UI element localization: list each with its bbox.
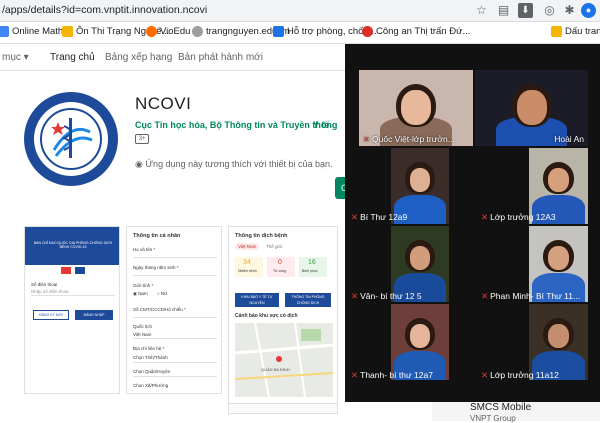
video-tile[interactable] — [529, 304, 588, 380]
app-screenshot-profile[interactable]: Thông tin cá nhân Họ và tên * Ngày tháng… — [126, 226, 222, 394]
bookmark-folder[interactable]: Dấu trang — [551, 26, 600, 37]
nav-menu[interactable]: mục ▾ — [2, 52, 29, 63]
bottom-nav — [229, 403, 337, 413]
mic-muted-icon: ✕ — [481, 370, 489, 380]
mic-muted-icon: ✕ — [481, 212, 489, 222]
video-call-window: ✕ Quốc Việt-lớp trưởn... Hoài An ✕ Bí Thư … — [345, 44, 600, 402]
participant-name-label: ✕ Lớp trưởng 11a12 — [481, 370, 559, 380]
address-bar[interactable]: /apps/details?id=com.vnptit.innovation.n… — [2, 4, 207, 16]
video-tile[interactable] — [391, 304, 449, 380]
puzzle-icon[interactable]: ✱ — [562, 3, 577, 18]
mic-muted-icon: ✕ — [351, 370, 359, 380]
shield-icon — [273, 26, 284, 37]
caduceus-icon — [40, 108, 102, 170]
nav-home[interactable]: Trang chủ — [50, 52, 95, 63]
participant-video-6 — [391, 304, 449, 380]
nav-new-releases[interactable]: Bản phát hành mới — [178, 52, 263, 63]
app-screenshot-dashboard[interactable]: Thông tin dịch bệnh Việt Nam Thế giới 34… — [228, 226, 338, 414]
participant-name-label: ✕ Lớp trưởng 12A3 — [481, 212, 556, 222]
extension-icon[interactable]: ▤ — [496, 3, 511, 18]
profile-avatar[interactable]: ● — [581, 3, 596, 18]
related-app-name[interactable]: SMCS Mobile — [470, 402, 531, 413]
mic-muted-icon: ✕ — [351, 212, 359, 222]
mic-muted-icon: ✕ — [351, 291, 359, 301]
book-icon — [62, 26, 73, 37]
math-icon — [0, 26, 9, 37]
participant-video-7 — [529, 304, 588, 380]
vn-flag-icon — [61, 267, 71, 274]
related-app-developer: VNPT Group — [470, 414, 516, 423]
participant-name-label: ✕ Vân- bí thư 12 5 — [351, 291, 422, 301]
map-view[interactable]: QUẬN BA ĐÌNH — [234, 322, 334, 398]
bookmark-cong-an[interactable]: Công an Thị trấn Đứ... — [362, 26, 470, 37]
bookmarks-bar: Online Math Ôn Thi Trạng Nguyê... VioEdu… — [0, 22, 600, 44]
browser-toolbar: /apps/details?id=com.vnptit.innovation.n… — [0, 0, 600, 22]
video-tile[interactable]: Hoài An — [475, 70, 588, 146]
bookmark-vioedu[interactable]: VioEdu — [146, 26, 190, 37]
video-tile[interactable]: ✕ Quốc Việt-lớp trưởn... — [359, 70, 473, 146]
chrome-icon[interactable]: ◎ — [542, 3, 557, 18]
police-icon — [362, 26, 373, 37]
bookmark-online-math[interactable]: Online Math — [0, 26, 63, 37]
check-icon: ◉ — [135, 159, 143, 169]
download-icon[interactable]: ⬇ — [518, 3, 533, 18]
developer-link[interactable]: Cục Tin học hóa, Bộ Thông tin và Truyền … — [135, 120, 337, 130]
uk-flag-icon — [75, 267, 85, 274]
globe-icon — [192, 26, 203, 37]
compatibility-note: ◉ Ứng dụng này tương thích với thiết bị … — [135, 159, 333, 169]
app-title: NCOVI — [135, 94, 192, 113]
category-link[interactable]: Y tế — [313, 120, 329, 130]
mic-muted-icon: ✕ — [481, 291, 489, 301]
vioedu-icon — [146, 26, 157, 37]
participant-name-label: ✕ Phan Minh- Bí Thư 11... — [481, 291, 581, 301]
app-screenshot-login[interactable]: BAN CHỈ ĐẠO QUỐC GIA PHÒNG CHỐNG DỊCH BỆ… — [24, 226, 120, 394]
app-logo — [24, 92, 118, 186]
participant-name-label: ✕ Thanh- bí thư 12a7 — [351, 370, 433, 380]
content-rating-badge: 3+ — [135, 134, 149, 144]
participant-name-label: ✕ Bí Thư 12a9 — [351, 212, 408, 222]
nav-charts[interactable]: Bảng xếp hạng — [105, 52, 172, 63]
star-icon[interactable]: ☆ — [474, 3, 489, 18]
folder-icon — [551, 26, 562, 37]
mic-muted-icon: ✕ — [363, 134, 370, 144]
